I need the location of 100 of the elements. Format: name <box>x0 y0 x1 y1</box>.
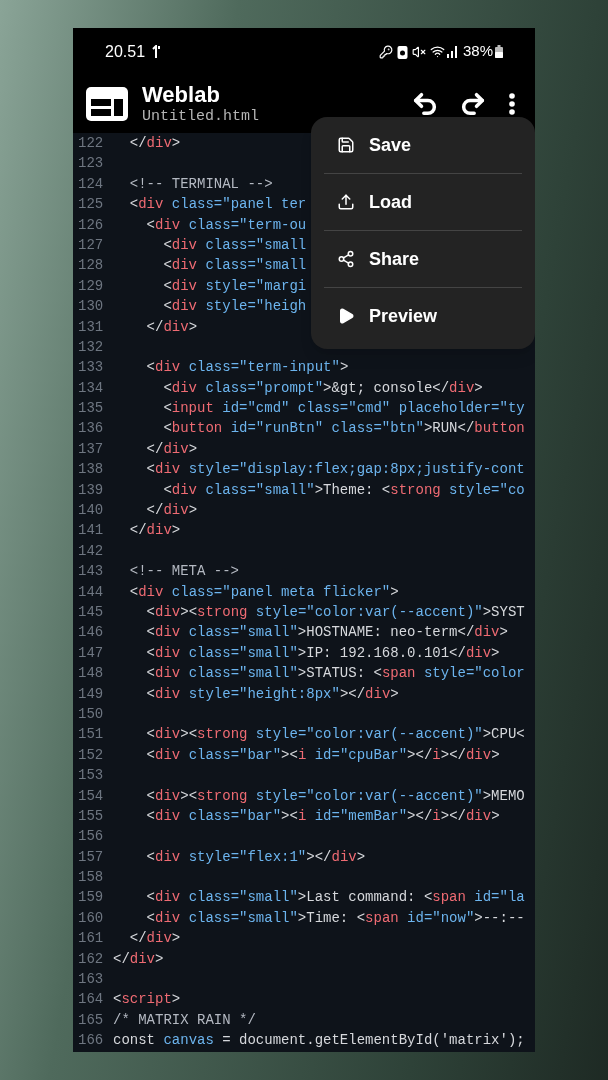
line-number: 124 <box>77 174 105 194</box>
code-line: <div class="small">IP: 192.168.0.101</div> <box>145 643 500 663</box>
line-number: 161 <box>77 929 105 949</box>
menu-item[interactable]: Share <box>324 231 522 287</box>
line-number: 163 <box>77 970 105 989</box>
line-number: 160 <box>77 908 105 928</box>
line-number: 125 <box>77 195 105 215</box>
code-line: <div><strong style="color:var(--accent)">MEMO <box>145 786 525 806</box>
line-number: 134 <box>77 378 105 398</box>
notification-icon <box>151 44 162 59</box>
line-number: 151 <box>77 725 105 745</box>
line-number: 122 <box>77 134 105 153</box>
mute-icon <box>411 44 426 59</box>
line-number: 126 <box>77 215 105 235</box>
line-number: 155 <box>77 806 105 826</box>
line-number: 138 <box>77 460 105 480</box>
code-line: /* MATRIX RAIN */ <box>113 1010 256 1030</box>
code-line: <div class="small">STATUS: <span style="color <box>145 664 525 684</box>
menu-item[interactable]: Save <box>324 117 522 173</box>
line-number: 145 <box>77 603 105 622</box>
code-line: <div class="small <box>162 235 307 255</box>
line-number: 159 <box>77 888 105 908</box>
app-logo-icon <box>86 87 128 121</box>
line-number: 131 <box>77 317 105 337</box>
app-title: Weblab <box>142 80 221 109</box>
code-line: <div class="small <box>162 256 307 276</box>
menu-item[interactable]: Load <box>324 174 522 230</box>
line-number: 143 <box>77 562 105 582</box>
code-line: <input id="cmd" class="cmd" placeholder="ty <box>162 399 525 419</box>
line-number: 146 <box>77 623 105 643</box>
code-line: </div> <box>145 439 198 459</box>
line-number: 141 <box>77 521 105 541</box>
line-number: 165 <box>77 1010 105 1030</box>
line-number: 139 <box>77 480 105 500</box>
line-number: 153 <box>77 766 105 786</box>
line-number: 156 <box>77 827 105 847</box>
more-icon <box>509 93 515 115</box>
code-line: <!-- TERMINAL --> <box>128 174 273 194</box>
code-line: <div class="term-ou <box>145 215 307 235</box>
key-icon <box>378 44 393 59</box>
line-number: 130 <box>77 297 105 317</box>
code-line: </div> <box>113 949 164 969</box>
line-number: 133 <box>77 358 105 378</box>
code-line: <div class="small">Last command: <span id="la <box>145 888 525 908</box>
share-icon <box>337 250 355 268</box>
code-line: <div class="bar"><i id="cpuBar"></i></div> <box>145 745 500 765</box>
code-line: </div> <box>128 521 181 541</box>
line-number: 149 <box>77 684 105 704</box>
line-number: 142 <box>77 541 105 561</box>
line-number: 147 <box>77 643 105 663</box>
menu-item[interactable]: Preview <box>324 288 522 344</box>
line-number: 135 <box>77 399 105 419</box>
code-line: <div style="flex:1"></div> <box>145 847 366 867</box>
line-number: 128 <box>77 256 105 276</box>
line-number: 148 <box>77 664 105 684</box>
redo-icon <box>459 90 487 118</box>
code-line: <div style="display:flex;gap:8px;justify-cont <box>145 460 525 480</box>
line-number: 162 <box>77 949 105 969</box>
code-line: </div> <box>128 134 181 153</box>
code-line: <div class="prompt">&gt; console</div> <box>162 378 483 398</box>
code-line: <div style="margi <box>162 276 307 296</box>
undo-icon <box>411 90 439 118</box>
play-icon <box>337 307 355 325</box>
code-line: <div class="small">Time: <span id="now">--:-- <box>145 908 525 928</box>
code-line: <div><strong style="color:var(--accent)">CPU< <box>145 725 525 745</box>
line-number: 132 <box>77 337 105 357</box>
code-line: <div style="heigh <box>162 297 307 317</box>
battery-percent: 38% <box>462 41 493 62</box>
line-number: 154 <box>77 786 105 806</box>
signal-icon <box>446 45 459 58</box>
code-line: <div class="small">Theme: <strong style="co <box>162 480 525 500</box>
line-number: 129 <box>77 276 105 296</box>
line-number: 157 <box>77 847 105 867</box>
line-number: 166 <box>77 1031 105 1051</box>
code-line: <div class="panel meta flicker"> <box>128 582 399 602</box>
line-number: 136 <box>77 419 105 439</box>
line-number: 137 <box>77 439 105 459</box>
battery-icon <box>495 45 503 58</box>
line-number: 150 <box>77 704 105 724</box>
line-number: 127 <box>77 235 105 255</box>
line-number: 140 <box>77 501 105 521</box>
code-line: </div> <box>145 501 198 521</box>
code-line: <div style="height:8px"></div> <box>145 684 399 704</box>
status-time: 20.51 <box>105 41 146 62</box>
code-line: </div> <box>128 929 181 949</box>
line-number: 164 <box>77 990 105 1010</box>
line-number: 152 <box>77 745 105 765</box>
battery-saver-icon <box>396 44 408 59</box>
line-number: 144 <box>77 582 105 602</box>
code-line: <div class="term-input"> <box>145 358 349 378</box>
code-line: <script> <box>113 990 181 1010</box>
file-name: Untitled.html <box>142 108 260 128</box>
code-line: <div class="panel ter <box>128 195 307 215</box>
code-line: <!-- META --> <box>128 562 240 582</box>
code-line: <div class="bar"><i id="memBar"></i></div> <box>145 806 500 826</box>
line-number: 158 <box>77 868 105 888</box>
wifi-icon <box>429 44 445 59</box>
code-line: </div> <box>145 317 198 337</box>
code-line: <button id="runBtn" class="btn">RUN</button <box>162 419 525 439</box>
code-line: const canvas = document.getElementById('matrix'); <box>113 1031 525 1051</box>
